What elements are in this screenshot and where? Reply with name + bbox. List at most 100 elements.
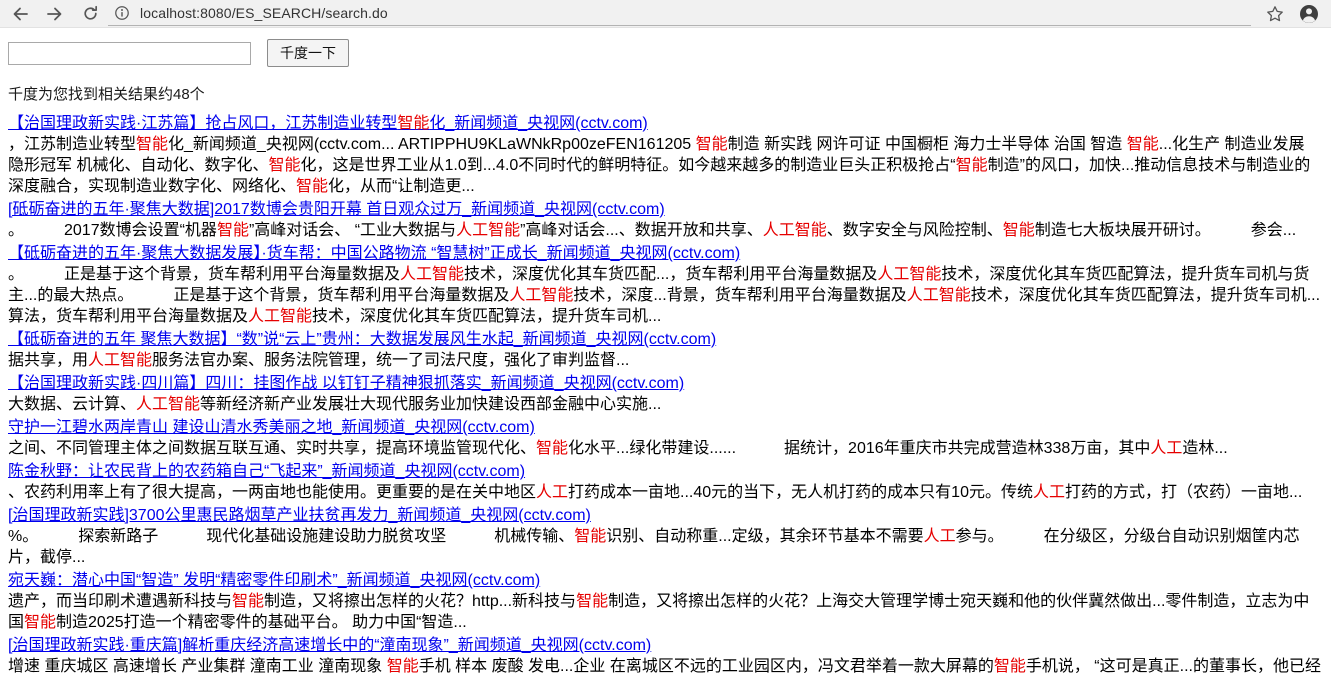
text-segment: 增速 重庆城区 高速增长 产业集群 潼南工业 潼南现象	[8, 658, 387, 675]
highlighted-term: 智能	[1127, 136, 1159, 153]
text-segment: 。 正是基于这个背景，货车帮利用平台海量数据及	[8, 266, 400, 283]
profile-icon[interactable]	[1299, 4, 1319, 24]
result-title-line: 宛天巍：潜心中国“智造” 发明“精密零件印刷术”_新闻频道_央视网(cctv.c…	[8, 570, 1323, 591]
text-segment: [砥砺奋进的五年·聚焦大数据]2017数博会贵阳开幕 首日观众过万_新闻频道_央…	[8, 201, 665, 218]
text-segment: 【砥砺奋进的五年 聚焦大数据】“数”说“云上”贵州：大数据发展风生水起_新闻频道…	[8, 331, 716, 348]
highlighted-term: 人工智能	[136, 396, 200, 413]
highlighted-term: 人工智能	[456, 222, 520, 239]
highlighted-term: 智能	[24, 614, 56, 631]
text-segment: ，江苏制造业转型	[8, 136, 136, 153]
search-result: 【治国理政新实践·江苏篇】抢占风口，江苏制造业转型智能化_新闻频道_央视网(cc…	[8, 113, 1323, 197]
result-title-link[interactable]: 陈金秋野：让农民背上的农药箱自己“飞起来”_新闻频道_央视网(cctv.com)	[8, 463, 525, 480]
nav-button-group	[10, 4, 100, 24]
result-title-line: 守护一江碧水两岸青山 建设山清水秀美丽之地_新闻频道_央视网(cctv.com)	[8, 417, 1323, 438]
result-snippet: ，江苏制造业转型智能化_新闻频道_央视网(cctv.com... ARTIPPH…	[8, 134, 1323, 197]
search-result: 守护一江碧水两岸青山 建设山清水秀美丽之地_新闻频道_央视网(cctv.com)…	[8, 417, 1323, 459]
text-segment: 制造七大板块展开研讨。 参会...	[1035, 222, 1296, 239]
highlighted-term: 智能	[574, 528, 606, 545]
result-title-link[interactable]: 守护一江碧水两岸青山 建设山清水秀美丽之地_新闻频道_央视网(cctv.com)	[8, 419, 535, 436]
search-page: 千度一下 千度为您找到相关结果约48个 【治国理政新实践·江苏篇】抢占风口，江苏…	[0, 28, 1331, 675]
search-button[interactable]: 千度一下	[267, 39, 349, 67]
search-bar: 千度一下	[8, 39, 1323, 67]
highlighted-term: 人工智能	[509, 287, 573, 304]
text-segment: 据共享，用	[8, 352, 88, 369]
result-title-link[interactable]: [治国理政新实践·重庆篇]解析重庆经济高速增长中的“潼南现象”_新闻频道_央视网…	[8, 637, 651, 654]
text-segment: 打药的方式，打（农药）一亩地...	[1065, 484, 1302, 501]
search-result: 【砥砺奋进的五年 聚焦大数据】“数”说“云上”贵州：大数据发展风生水起_新闻频道…	[8, 329, 1323, 371]
result-title-link[interactable]: 【砥砺奋进的五年 聚焦大数据】“数”说“云上”贵州：大数据发展风生水起_新闻频道…	[8, 331, 716, 348]
search-results: 【治国理政新实践·江苏篇】抢占风口，江苏制造业转型智能化_新闻频道_央视网(cc…	[8, 113, 1323, 675]
url-text[interactable]: localhost:8080/ES_SEARCH/search.do	[140, 5, 388, 21]
text-segment: 化_新闻频道_央视网(cctv.com)	[429, 115, 647, 132]
forward-icon[interactable]	[45, 4, 65, 24]
result-snippet: 遗产，而当印刷术遭遇新科技与智能制造，又将擦出怎样的火花？http...新科技与…	[8, 591, 1323, 633]
highlighted-term: 人工智能	[763, 222, 827, 239]
highlighted-term: 人工	[1150, 440, 1182, 457]
result-title-line: [治国理政新实践]3700公里惠民路烟草产业扶贫再发力_新闻频道_央视网(cct…	[8, 505, 1323, 526]
text-segment: 打药成本一亩地...40元的当下，无人机打药的成本只有10元。传统	[568, 484, 1033, 501]
highlighted-term: 人工	[1033, 484, 1065, 501]
highlighted-term: 智能	[232, 593, 264, 610]
result-title-line: 【砥砺奋进的五年 聚焦大数据】“数”说“云上”贵州：大数据发展风生水起_新闻频道…	[8, 329, 1323, 350]
result-snippet: 。 2017数博会设置“机器智能”高峰对话会、 “工业大数据与人工智能”高峰对话…	[8, 220, 1323, 241]
text-segment: 。 2017数博会设置“机器	[8, 222, 217, 239]
result-title-link[interactable]: 【治国理政新实践·江苏篇】抢占风口，江苏制造业转型智能化_新闻频道_央视网(cc…	[8, 115, 648, 132]
text-segment: 之间、不同管理主体之间数据互联互通、实时共享，提高环境监管现代化、	[8, 440, 536, 457]
result-title-line: 【治国理政新实践·江苏篇】抢占风口，江苏制造业转型智能化_新闻频道_央视网(cc…	[8, 113, 1323, 134]
refresh-icon[interactable]	[80, 4, 100, 24]
browser-toolbar: localhost:8080/ES_SEARCH/search.do	[0, 0, 1331, 28]
text-segment: ”高峰对话会...、数据开放和共享、	[520, 222, 763, 239]
search-result: [砥砺奋进的五年·聚焦大数据]2017数博会贵阳开幕 首日观众过万_新闻频道_央…	[8, 199, 1323, 241]
text-segment: 识别、自动称重...定级，其余环节基本不需要	[606, 528, 923, 545]
text-segment: 【治国理政新实践·四川篇】四川：挂图作战 以钉钉子精神狠抓落实_新闻频道_央视网…	[8, 375, 684, 392]
text-segment: 服务法官办案、服务法院管理，统一了司法尺度，强化了审判监督...	[152, 352, 629, 369]
address-bar[interactable]: localhost:8080/ES_SEARCH/search.do	[108, 2, 1251, 26]
result-snippet: 大数据、云计算、人工智能等新经济新产业发展壮大现代服务业加快建设西部金融中心实施…	[8, 394, 1323, 415]
text-segment: 【砥砺奋进的五年·聚焦大数据发展】·货车帮：中国公路物流 “智慧树”正成长_新闻…	[8, 245, 740, 262]
text-segment: 等新经济新产业发展壮大现代服务业加快建设西部金融中心实施...	[200, 396, 661, 413]
search-result: 【治国理政新实践·四川篇】四川：挂图作战 以钉钉子精神狠抓落实_新闻频道_央视网…	[8, 373, 1323, 415]
bookmark-star-icon[interactable]	[1265, 4, 1285, 24]
text-segment: 、农药利用率上有了很大提高，一两亩地也能使用。更重要的是在关中地区	[8, 484, 536, 501]
highlighted-term: 智能	[956, 157, 988, 174]
text-segment: 宛天巍：潜心中国“智造” 发明“精密零件印刷术”_新闻频道_央视网(cctv.c…	[8, 572, 540, 589]
text-segment: 技术，深度优化其车货匹配...，货车帮利用平台海量数据及	[464, 266, 877, 283]
result-title-link[interactable]: [砥砺奋进的五年·聚焦大数据]2017数博会贵阳开幕 首日观众过万_新闻频道_央…	[8, 201, 665, 218]
result-title-link[interactable]: 宛天巍：潜心中国“智造” 发明“精密零件印刷术”_新闻频道_央视网(cctv.c…	[8, 572, 540, 589]
text-segment: 遗产，而当印刷术遭遇新科技与	[8, 593, 232, 610]
highlighted-term: 智能	[576, 593, 608, 610]
page-info-icon[interactable]	[112, 3, 132, 23]
result-title-line: 【治国理政新实践·四川篇】四川：挂图作战 以钉钉子精神狠抓落实_新闻频道_央视网…	[8, 373, 1323, 394]
result-title-line: 【砥砺奋进的五年·聚焦大数据发展】·货车帮：中国公路物流 “智慧树”正成长_新闻…	[8, 243, 1323, 264]
browser-window: localhost:8080/ES_SEARCH/search.do 千度一下 …	[0, 0, 1331, 675]
result-title-link[interactable]: 【砥砺奋进的五年·聚焦大数据发展】·货车帮：中国公路物流 “智慧树”正成长_新闻…	[8, 245, 740, 262]
result-title-link[interactable]: 【治国理政新实践·四川篇】四川：挂图作战 以钉钉子精神狠抓落实_新闻频道_央视网…	[8, 375, 684, 392]
highlighted-term: 智能	[136, 136, 168, 153]
back-icon[interactable]	[10, 4, 30, 24]
text-segment: 技术，深度优化其车货匹配算法，提升货车司机...	[312, 308, 661, 325]
text-segment: 陈金秋野：让农民背上的农药箱自己“飞起来”_新闻频道_央视网(cctv.com)	[8, 463, 525, 480]
text-segment: 、数字安全与风险控制、	[827, 222, 1003, 239]
search-result: 宛天巍：潜心中国“智造” 发明“精密零件印刷术”_新闻频道_央视网(cctv.c…	[8, 570, 1323, 633]
highlighted-term: 人工智能	[400, 266, 464, 283]
text-segment: %。 探索新路子 现代化基础设施建设助力脱贫攻坚 机械传输、	[8, 528, 574, 545]
text-segment: 造林...	[1182, 440, 1227, 457]
highlighted-term: 人工智能	[88, 352, 152, 369]
text-segment: 守护一江碧水两岸青山 建设山清水秀美丽之地_新闻频道_央视网(cctv.com)	[8, 419, 535, 436]
results-summary: 千度为您找到相关结果约48个	[8, 83, 1323, 104]
result-snippet: 、农药利用率上有了很大提高，一两亩地也能使用。更重要的是在关中地区人工打药成本一…	[8, 482, 1323, 503]
result-snippet: 增速 重庆城区 高速增长 产业集群 潼南工业 潼南现象 智能手机 样本 废酸 发…	[8, 656, 1323, 675]
text-segment: 制造2025打造一个精密零件的基础平台。 助力中国“智造...	[56, 614, 467, 631]
highlighted-term: 智能	[696, 136, 728, 153]
text-segment: ”高峰对话会、 “工业大数据与	[249, 222, 456, 239]
search-result: [治国理政新实践·重庆篇]解析重庆经济高速增长中的“潼南现象”_新闻频道_央视网…	[8, 635, 1323, 675]
toolbar-right-group	[1265, 4, 1319, 24]
search-input[interactable]	[8, 42, 251, 65]
highlighted-term: 智能	[387, 658, 419, 675]
result-snippet: %。 探索新路子 现代化基础设施建设助力脱贫攻坚 机械传输、智能识别、自动称重.…	[8, 526, 1323, 568]
highlighted-term: 人工	[536, 484, 568, 501]
search-result: 【砥砺奋进的五年·聚焦大数据发展】·货车帮：中国公路物流 “智慧树”正成长_新闻…	[8, 243, 1323, 327]
highlighted-term: 人工智能	[877, 266, 941, 283]
text-segment: 手机 样本 废酸 发电...企业 在离城区不远的工业园区内，冯文君举着一款大屏幕…	[419, 658, 994, 675]
result-title-link[interactable]: [治国理政新实践]3700公里惠民路烟草产业扶贫再发力_新闻频道_央视网(cct…	[8, 507, 591, 524]
